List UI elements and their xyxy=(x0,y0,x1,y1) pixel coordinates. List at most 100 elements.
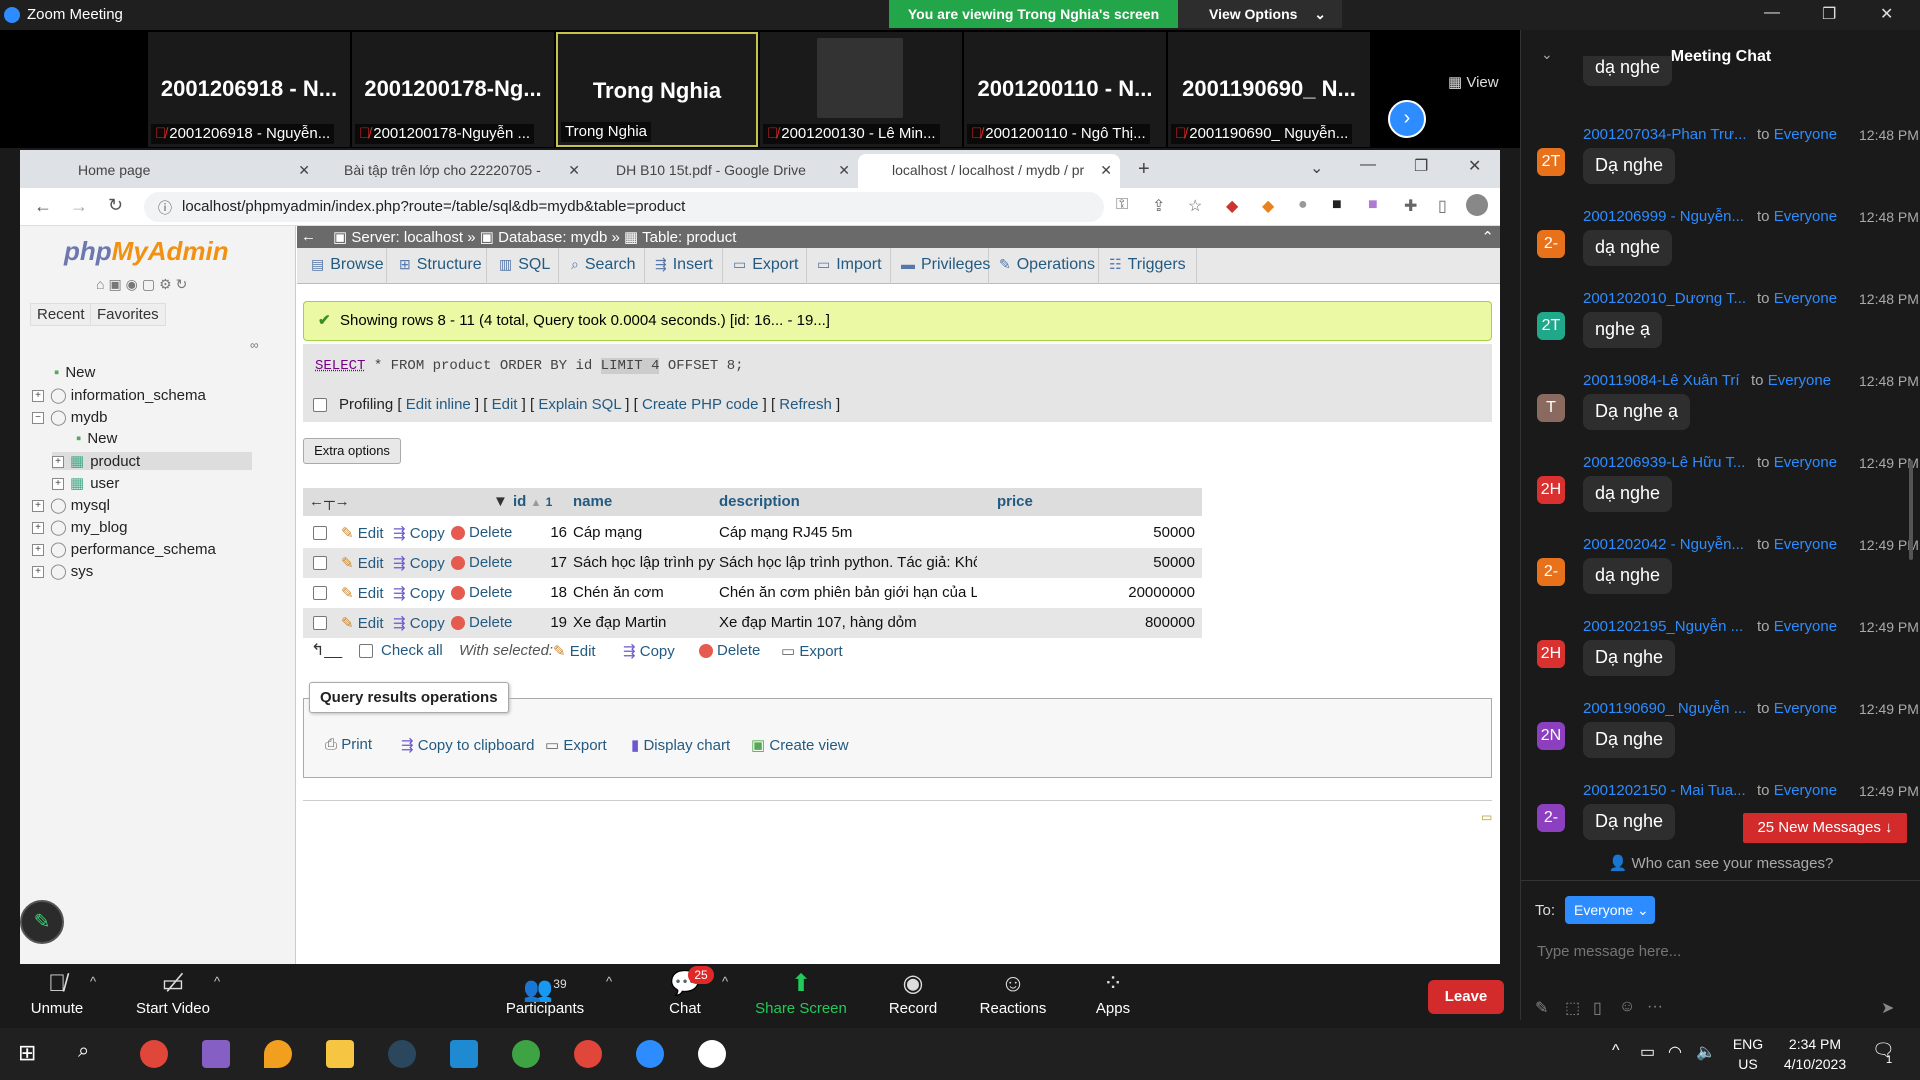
tree-item-performance-schema[interactable]: + ◯ performance_schema xyxy=(32,540,216,558)
message-bubble[interactable]: dạ nghe xyxy=(1583,558,1673,594)
edit-link[interactable]: Edit xyxy=(492,396,518,413)
row-edit[interactable]: ✎ Edit xyxy=(341,584,384,602)
extension-icon[interactable]: ● xyxy=(1298,196,1308,214)
message-bubble[interactable]: Dạ nghe xyxy=(1583,722,1676,758)
vscode-icon[interactable] xyxy=(450,1040,478,1068)
browser-tab[interactable]: Bài tập trên lớp cho 22220705 - ✕ xyxy=(318,154,588,188)
bulk-export[interactable]: ▭ Export xyxy=(781,642,843,660)
tree-item-new-table[interactable]: ▪ New xyxy=(76,430,117,447)
console-icon[interactable]: ▭ xyxy=(1481,810,1492,824)
key-icon[interactable]: ⚿ xyxy=(1116,196,1128,214)
display-chart-link[interactable]: ▮ Display chart xyxy=(631,736,730,754)
extension-icon[interactable]: ◆ xyxy=(1226,196,1238,216)
file-icon[interactable]: ▯ xyxy=(1593,998,1602,1018)
reactions-button[interactable]: ☺ Reactions xyxy=(958,964,1068,1017)
browser-tab[interactable]: Home page ✕ xyxy=(48,154,318,188)
link-icon[interactable]: ∞ xyxy=(250,338,259,352)
participants-button[interactable]: 👥39 Participants xyxy=(490,964,600,1017)
cell-id[interactable]: 17 xyxy=(513,554,567,571)
column-resize-icon[interactable]: ←┬→ xyxy=(309,493,350,510)
close-tab-icon[interactable]: ✕ xyxy=(568,162,580,179)
sender-name[interactable]: 2001190690_ Nguyễn ... xyxy=(1583,700,1746,717)
start-video-button[interactable]: ▭̸ Start Video xyxy=(118,964,228,1017)
message-bubble[interactable]: Dạ nghe ạ xyxy=(1583,394,1691,430)
recipient-dropdown[interactable]: Everyone ⌄ xyxy=(1565,896,1655,924)
chat-caret-icon[interactable]: ^ xyxy=(722,974,728,989)
row-delete[interactable]: Delete xyxy=(451,554,512,571)
puzzle-icon[interactable]: ✚ xyxy=(1404,196,1417,216)
zalo-icon[interactable] xyxy=(698,1040,726,1068)
cell-name[interactable]: Xe đạp Martin xyxy=(573,614,715,631)
column-price[interactable]: price xyxy=(997,493,1033,510)
more-icon[interactable]: ··· xyxy=(1647,998,1663,1016)
check-all-label[interactable]: Check all xyxy=(381,642,443,659)
expand-icon[interactable]: + xyxy=(32,544,44,557)
video-tile[interactable]: 2001190690_ N... 🎙̸ 2001190690_ Nguyễn... xyxy=(1168,32,1370,147)
column-filter-icon[interactable]: ▼ xyxy=(493,493,508,510)
video-tile[interactable]: 🎙̸ 2001200130 - Lê Min... xyxy=(760,32,962,147)
row-delete[interactable]: Delete xyxy=(451,524,512,541)
row-checkbox[interactable] xyxy=(313,616,327,630)
minimize-icon[interactable]: — xyxy=(1360,156,1376,174)
format-icon[interactable]: ✎ xyxy=(1535,998,1548,1018)
sender-name[interactable]: 2001206939-Lê Hữu T... xyxy=(1583,454,1745,471)
tree-item-mydb[interactable]: − ◯ mydb xyxy=(32,408,107,426)
video-tile-active[interactable]: Trong Nghia Trong Nghia xyxy=(556,32,758,147)
message-bubble[interactable]: Dạ nghe xyxy=(1583,148,1676,184)
cell-description[interactable]: Chén ăn cơm phiên bản giới hạn của Luxur… xyxy=(719,584,977,601)
profiling-checkbox[interactable] xyxy=(313,398,327,412)
volume-icon[interactable]: 🔈 xyxy=(1696,1042,1716,1062)
chat-message-input[interactable] xyxy=(1537,936,1907,966)
share-screen-button[interactable]: ⬆ Share Screen xyxy=(746,964,856,1017)
tab-search[interactable]: ⌕ Search xyxy=(559,248,645,284)
row-edit[interactable]: ✎ Edit xyxy=(341,524,384,542)
tab-triggers[interactable]: ☷ Triggers xyxy=(1099,248,1197,284)
cell-name[interactable]: Chén ăn cơm xyxy=(573,584,715,601)
tree-item-sys[interactable]: + ◯ sys xyxy=(32,562,93,580)
windows-start-icon[interactable]: ⊞ xyxy=(18,1040,36,1066)
who-can-see-link[interactable]: 👤 Who can see your messages? xyxy=(1521,854,1920,872)
cell-description[interactable]: Sách học lập trình python. Tác giả: Khôn… xyxy=(719,554,977,571)
message-bubble[interactable]: dạ nghe xyxy=(1583,476,1673,512)
visual-studio-icon[interactable] xyxy=(202,1040,230,1068)
search-icon[interactable]: ⌕ xyxy=(78,1040,89,1063)
view-button[interactable]: ▦ View xyxy=(1448,73,1499,91)
unmute-button[interactable]: 🎙̸ Unmute xyxy=(2,964,112,1017)
tab-export[interactable]: ▭ Export xyxy=(723,248,807,284)
sender-name[interactable]: 2001202010_Dương T... xyxy=(1583,290,1746,307)
row-edit[interactable]: ✎ Edit xyxy=(341,614,384,632)
sender-name[interactable]: 2001202150 - Mai Tua... xyxy=(1583,782,1746,799)
cell-price[interactable]: 50000 xyxy=(975,524,1195,541)
close-tab-icon[interactable]: ✕ xyxy=(838,162,850,179)
participants-caret-icon[interactable]: ^ xyxy=(606,974,612,989)
row-delete[interactable]: Delete xyxy=(451,584,512,601)
tab-sql[interactable]: ▥ SQL xyxy=(487,248,559,284)
sender-name[interactable]: 2001202195_Nguyễn ... xyxy=(1583,618,1743,635)
expand-icon[interactable]: + xyxy=(32,500,44,513)
phpmyadmin-logo[interactable]: phpMyAdmin xyxy=(64,236,229,267)
nav-tab-favorites[interactable]: Favorites xyxy=(90,303,166,326)
row-edit[interactable]: ✎ Edit xyxy=(341,554,384,572)
video-tile[interactable]: 2001200178-Ng... 🎙̸ 2001200178-Nguyễn ... xyxy=(352,32,554,147)
column-id[interactable]: id ▲ 1 xyxy=(513,493,552,510)
tree-item-new[interactable]: ▪ New xyxy=(54,364,95,381)
close-icon[interactable]: ✕ xyxy=(1468,156,1481,176)
back-icon[interactable]: ← xyxy=(34,196,52,217)
collapse-nav-icon[interactable]: ← xyxy=(301,228,316,245)
annotate-pen-icon[interactable]: ✎ xyxy=(20,900,64,944)
breadcrumb-table[interactable]: Table: product xyxy=(642,229,736,246)
share-icon[interactable]: ⇪ xyxy=(1152,196,1165,216)
metamask-icon[interactable]: ◆ xyxy=(1262,196,1274,216)
browser-tab-active[interactable]: localhost / localhost / mydb / pr ✕ xyxy=(858,154,1120,188)
reload-icon[interactable]: ↻ xyxy=(108,195,123,216)
profile-avatar[interactable] xyxy=(1466,194,1488,216)
screenshot-icon[interactable]: ⬚ xyxy=(1565,998,1580,1018)
new-messages-button[interactable]: 25 New Messages ↓ xyxy=(1743,813,1907,843)
breadcrumb-database[interactable]: Database: mydb xyxy=(498,229,607,246)
collapse-icon[interactable]: − xyxy=(32,412,44,425)
video-tile[interactable]: 2001200110 - N... 🎙̸ 2001200110 - Ngô Thị… xyxy=(964,32,1166,147)
expand-icon[interactable]: + xyxy=(32,566,44,579)
sender-name[interactable]: 2001207034-Phan Trư... xyxy=(1583,126,1747,143)
chat-button[interactable]: 💬 Chat xyxy=(630,964,740,1017)
message-bubble[interactable]: Dạ nghe xyxy=(1583,640,1676,676)
